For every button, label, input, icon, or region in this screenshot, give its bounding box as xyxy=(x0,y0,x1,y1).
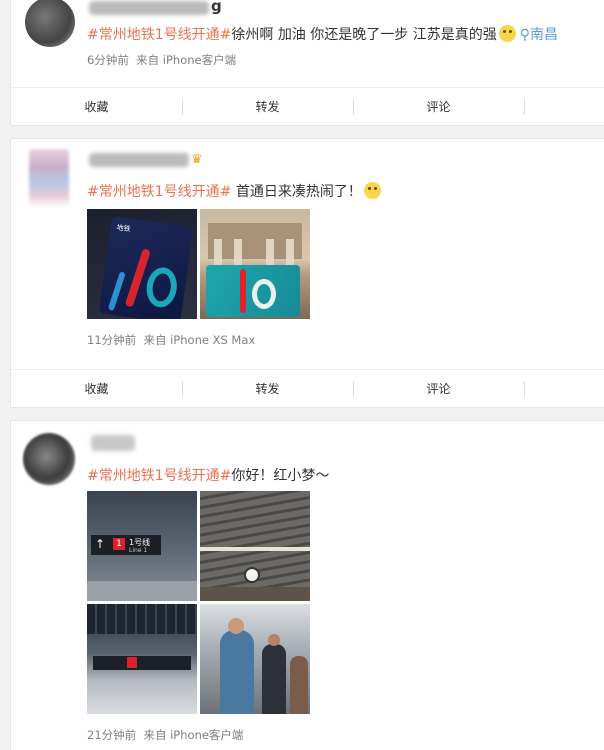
clock-icon xyxy=(244,567,260,583)
collect-button[interactable]: 收藏 xyxy=(11,370,182,406)
post-image-4[interactable] xyxy=(200,604,310,714)
post-text: #常州地铁1号线开通# 首通日来凑热闹了！ xyxy=(87,181,381,201)
post-body: 首通日来凑热闹了！ xyxy=(231,184,362,200)
topic-link[interactable]: #常州地铁1号线开通# xyxy=(87,468,231,484)
post-source: 来自 iPhone客户端 xyxy=(136,53,237,67)
action-bar: 收藏 转发 评论 xyxy=(11,369,604,406)
post-image-3[interactable] xyxy=(87,604,197,714)
post-source: 来自 iPhone客户端 xyxy=(143,728,244,742)
post-image-2[interactable] xyxy=(200,209,310,319)
like-button[interactable] xyxy=(524,370,604,406)
repost-button[interactable]: 转发 xyxy=(182,88,353,124)
post-text: #常州地铁1号线开通#徐州啊 加油 你还是晚了一步 江苏是真的强 ⚲南昌 xyxy=(87,24,558,44)
username[interactable]: g xyxy=(211,0,222,15)
crown-icon: ♛ xyxy=(191,152,203,167)
post-time[interactable]: 21分钟前 xyxy=(87,728,136,742)
repost-label: 转发 xyxy=(255,99,280,114)
post-image-1[interactable]: ↑ 1 1号线 Line 1 xyxy=(87,491,197,601)
comment-button[interactable]: 评论 xyxy=(353,88,524,124)
location-pin-icon: ⚲ xyxy=(519,27,530,43)
collect-label: 收藏 xyxy=(84,99,109,114)
post-card-3: #常州地铁1号线开通#你好！红小梦～ ↑ 1 1号线 Line 1 21分钟前 … xyxy=(10,420,604,750)
arrow-up-icon: ↑ xyxy=(95,537,106,551)
post-body: 徐州啊 加油 你还是晚了一步 江苏是真的强 xyxy=(231,27,497,43)
emoji-icon xyxy=(363,182,381,199)
card-logo-text: 地铁 xyxy=(116,223,132,234)
username-blur xyxy=(89,1,209,15)
post-meta: 11分钟前 来自 iPhone XS Max xyxy=(87,332,255,348)
post-body: 你好！红小梦～ xyxy=(231,468,330,484)
post-image-1[interactable]: 地铁 xyxy=(87,209,197,319)
subway-card: 地铁 xyxy=(98,215,194,319)
line-badge xyxy=(127,657,137,668)
username-blur xyxy=(91,435,135,451)
action-bar: 收藏 转发 评论 xyxy=(11,87,604,124)
post-card-1: g #常州地铁1号线开通#徐州啊 加油 你还是晚了一步 江苏是真的强 ⚲南昌 6分… xyxy=(10,0,604,126)
post-time[interactable]: 6分钟前 xyxy=(87,53,129,67)
avatar[interactable] xyxy=(23,433,75,485)
collect-label: 收藏 xyxy=(84,381,109,396)
line-badge: 1 xyxy=(113,538,125,550)
post-text: #常州地铁1号线开通#你好！红小梦～ xyxy=(87,465,329,485)
username-blur xyxy=(89,153,189,167)
repost-button[interactable]: 转发 xyxy=(182,370,353,406)
location-link[interactable]: ⚲南昌 xyxy=(520,27,558,43)
post-image-2[interactable] xyxy=(200,491,310,601)
collect-button[interactable]: 收藏 xyxy=(11,88,182,124)
subway-card xyxy=(206,265,300,317)
comment-label: 评论 xyxy=(426,381,451,396)
avatar[interactable] xyxy=(29,149,69,207)
comment-button[interactable]: 评论 xyxy=(353,370,524,406)
comment-label: 评论 xyxy=(426,99,451,114)
emoji-icon xyxy=(498,25,516,42)
post-meta: 6分钟前 来自 iPhone客户端 xyxy=(87,52,236,68)
repost-label: 转发 xyxy=(255,381,280,396)
avatar[interactable] xyxy=(25,0,75,47)
topic-link[interactable]: #常州地铁1号线开通# xyxy=(87,27,231,43)
location-label[interactable]: 南昌 xyxy=(530,27,558,43)
post-time[interactable]: 11分钟前 xyxy=(87,333,136,347)
post-source: 来自 iPhone XS Max xyxy=(143,333,256,347)
sign-sublabel: Line 1 xyxy=(129,547,148,554)
post-card-2: ♛ #常州地铁1号线开通# 首通日来凑热闹了！ 地铁 11分钟前 来自 iPho… xyxy=(10,138,604,408)
topic-link[interactable]: #常州地铁1号线开通# xyxy=(87,184,231,200)
like-button[interactable] xyxy=(524,88,604,124)
post-meta: 21分钟前 来自 iPhone客户端 xyxy=(87,727,243,743)
